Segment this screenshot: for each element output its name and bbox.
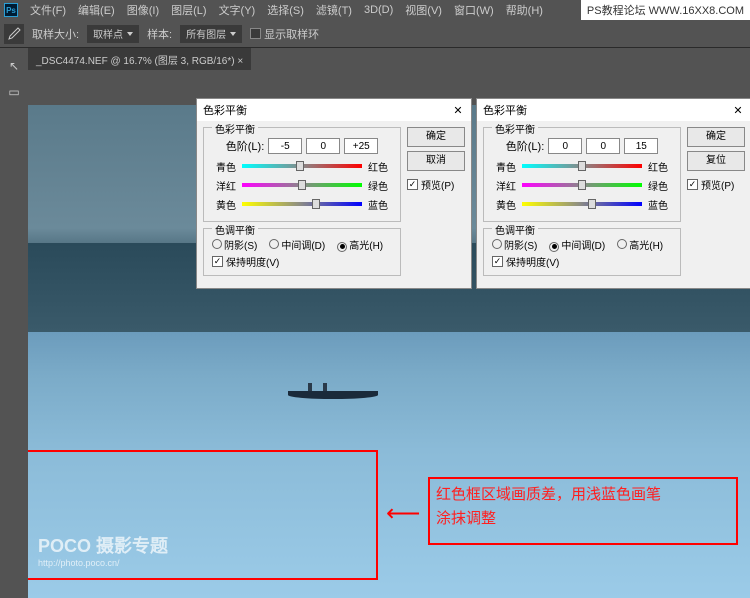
blue-label: 蓝色 (648, 197, 672, 212)
midtones-radio[interactable] (549, 242, 559, 252)
options-bar: 取样大小: 取样点 样本: 所有图层 显示取样环 (0, 20, 750, 48)
preview-checkbox[interactable]: ✓ (687, 179, 698, 190)
sample-dropdown[interactable]: 所有图层 (180, 25, 242, 43)
sample-size-dropdown[interactable]: 取样点 (87, 25, 139, 43)
magenta-green-slider[interactable] (242, 183, 362, 187)
shadows-label: 阴影(S) (224, 241, 257, 252)
red-label: 红色 (368, 159, 392, 174)
cyan-red-slider[interactable] (242, 164, 362, 168)
magenta-green-slider[interactable] (522, 183, 642, 187)
preview-label: 预览(P) (701, 177, 734, 192)
group-title: 色彩平衡 (212, 121, 258, 136)
yellow-label: 黄色 (212, 197, 236, 212)
preserve-luminosity-checkbox[interactable]: ✓ (212, 256, 223, 267)
color-balance-group: 色彩平衡 色阶(L): 青色红色 洋红绿色 黄色蓝色 (203, 127, 401, 222)
highlights-radio[interactable] (617, 239, 627, 249)
sample-size-label: 取样大小: (32, 26, 79, 42)
yellow-blue-slider[interactable] (522, 202, 642, 206)
level-input-3[interactable] (344, 138, 378, 154)
ok-button[interactable]: 确定 (407, 127, 465, 147)
magenta-label: 洋红 (212, 178, 236, 193)
midtones-radio[interactable] (269, 239, 279, 249)
dialog-titlebar[interactable]: 色彩平衡 ✕ (197, 99, 471, 121)
dialog-title-text: 色彩平衡 (203, 102, 247, 118)
close-icon[interactable]: ✕ (731, 103, 745, 117)
color-balance-dialog-2[interactable]: 色彩平衡 ✕ 色彩平衡 色阶(L): 青色 红色 洋红 绿色 黄色 蓝色 色调平衡 阴… (476, 98, 750, 289)
move-tool-icon[interactable]: ↖ (2, 54, 26, 78)
yellow-blue-slider[interactable] (242, 202, 362, 206)
preview-checkbox[interactable]: ✓ (407, 179, 418, 190)
watermark: POCO 摄影专题 http://photo.poco.cn/ (38, 532, 168, 568)
level-input-3[interactable] (624, 138, 658, 154)
color-balance-group: 色彩平衡 色阶(L): 青色红色 洋红绿色 黄色蓝色 (483, 127, 681, 222)
highlights-radio[interactable] (337, 242, 347, 252)
tool-icon[interactable]: ▭ (2, 80, 26, 104)
shadows-label: 阴影(S) (504, 241, 537, 252)
menu-window[interactable]: 窗口(W) (448, 2, 500, 18)
midtones-label: 中间调(D) (281, 241, 325, 252)
level-input-1[interactable] (268, 138, 302, 154)
menu-edit[interactable]: 编辑(E) (72, 2, 121, 18)
green-label: 绿色 (368, 178, 392, 193)
dialog-titlebar[interactable]: 色彩平衡 ✕ (477, 99, 750, 121)
group-title: 色彩平衡 (492, 121, 538, 136)
sample-label: 样本: (147, 26, 172, 42)
menu-3d[interactable]: 3D(D) (358, 4, 399, 16)
highlights-label: 高光(H) (629, 241, 663, 252)
blue-label: 蓝色 (368, 197, 392, 212)
source-label: PS教程论坛 WWW.16XX8.COM (581, 0, 750, 20)
close-icon[interactable]: ✕ (451, 103, 465, 117)
menu-type[interactable]: 文字(Y) (213, 2, 262, 18)
ok-button[interactable]: 确定 (687, 127, 745, 147)
levels-label: 色阶(L): (506, 138, 545, 154)
yellow-label: 黄色 (492, 197, 516, 212)
show-ring-label: 显示取样环 (264, 26, 319, 42)
reset-button[interactable]: 复位 (687, 151, 745, 171)
green-label: 绿色 (648, 178, 672, 193)
level-input-1[interactable] (548, 138, 582, 154)
level-input-2[interactable] (586, 138, 620, 154)
shadows-radio[interactable] (212, 239, 222, 249)
group-title: 色调平衡 (212, 222, 258, 237)
menu-select[interactable]: 选择(S) (261, 2, 310, 18)
tone-balance-group: 色调平衡 阴影(S) 中间调(D) 高光(H) ✓保持明度(V) (483, 228, 681, 276)
cyan-label: 青色 (212, 159, 236, 174)
levels-label: 色阶(L): (226, 138, 265, 154)
menu-image[interactable]: 图像(I) (121, 2, 165, 18)
magenta-label: 洋红 (492, 178, 516, 193)
cyan-label: 青色 (492, 159, 516, 174)
menu-view[interactable]: 视图(V) (399, 2, 448, 18)
image-boat (288, 391, 378, 399)
red-label: 红色 (648, 159, 672, 174)
chevron-down-icon (230, 32, 236, 36)
menu-layer[interactable]: 图层(L) (165, 2, 212, 18)
cyan-red-slider[interactable] (522, 164, 642, 168)
annotation-text: 红色框区域画质差，用浅蓝色画笔 涂抹调整 (436, 483, 661, 531)
show-ring-checkbox[interactable] (250, 28, 261, 39)
tools-panel: ↖ ▭ (0, 48, 28, 106)
color-balance-dialog-1[interactable]: 色彩平衡 ✕ 色彩平衡 色阶(L): 青色 红色 洋红 绿色 黄色 蓝色 色调平衡 阴… (196, 98, 472, 289)
dialog-title-text: 色彩平衡 (483, 102, 527, 118)
highlights-label: 高光(H) (349, 241, 383, 252)
annotation-arrow-icon: ⟵ (386, 499, 420, 528)
shadows-radio[interactable] (492, 239, 502, 249)
preview-label: 预览(P) (421, 177, 454, 192)
chevron-down-icon (127, 32, 133, 36)
preserve-luminosity-checkbox[interactable]: ✓ (492, 256, 503, 267)
preserve-lum-label: 保持明度(V) (226, 254, 279, 269)
tone-balance-group: 色调平衡 阴影(S) 中间调(D) 高光(H) ✓保持明度(V) (203, 228, 401, 276)
document-tab[interactable]: _DSC4474.NEF @ 16.7% (图层 3, RGB/16*) × (28, 48, 251, 70)
preserve-lum-label: 保持明度(V) (506, 254, 559, 269)
level-input-2[interactable] (306, 138, 340, 154)
eyedropper-icon[interactable] (4, 24, 24, 44)
ps-logo-icon: Ps (4, 3, 18, 17)
group-title: 色调平衡 (492, 222, 538, 237)
midtones-label: 中间调(D) (561, 241, 605, 252)
cancel-button[interactable]: 取消 (407, 151, 465, 171)
menu-file[interactable]: 文件(F) (24, 2, 72, 18)
menu-help[interactable]: 帮助(H) (500, 2, 549, 18)
menu-filter[interactable]: 滤镜(T) (310, 2, 358, 18)
